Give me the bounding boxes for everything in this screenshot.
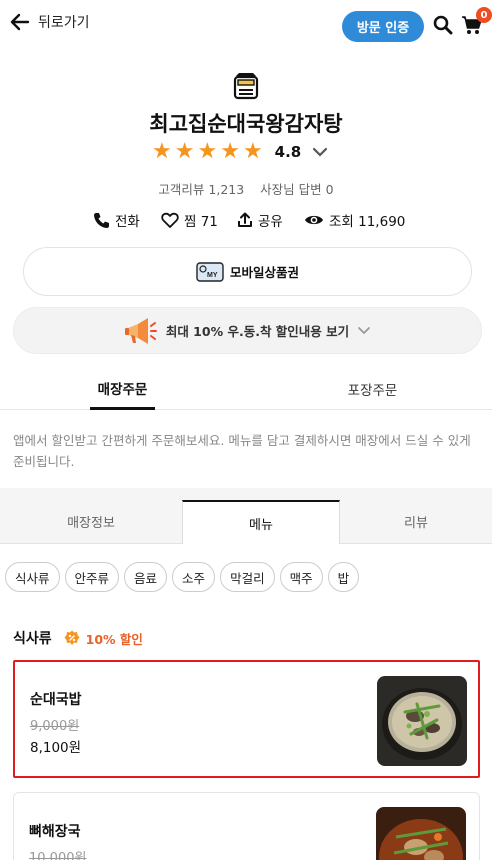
category-chip[interactable]: 맥주 — [279, 562, 323, 592]
call-label: 전화 — [115, 214, 140, 230]
store-actions: 전화 찜 71 공유 조회 11,690 — [0, 210, 492, 232]
tab-menu[interactable]: 메뉴 — [182, 500, 340, 544]
store-logo-icon — [233, 73, 259, 100]
menu-item-card[interactable]: 뼈해장국 10,000원 — [13, 792, 480, 860]
menu-item-card[interactable]: 순대국밥 9,000원 8,100원 — [13, 660, 480, 778]
voucher-icon: MY — [196, 261, 224, 282]
top-bar: 뒤로가기 방문 인증 0 — [0, 0, 492, 52]
store-info-tabs: 매장정보 메뉴 리뷰 — [0, 500, 492, 544]
megaphone-icon — [124, 317, 157, 344]
promo-label: 최대 10% 우.동.착 할인내용 보기 — [165, 324, 350, 339]
views-stat: 조회 11,690 — [304, 210, 405, 230]
eye-icon — [305, 215, 323, 225]
rating-summary[interactable]: ★ ★ ★ ★ ★ 4.8 — [152, 141, 328, 163]
menu-item-photo — [376, 807, 466, 860]
share-button[interactable]: 공유 — [237, 210, 283, 230]
section-divider — [0, 488, 492, 500]
order-type-tabs: 매장주문 포장주문 — [0, 368, 492, 410]
visit-verify-button[interactable]: 방문 인증 — [342, 11, 424, 42]
section-discount: 10% 할인 — [85, 631, 143, 647]
menu-item-photo — [377, 676, 467, 766]
menu-item-original-price: 9,000원 — [30, 719, 80, 734]
chevron-down-icon — [313, 147, 328, 157]
cart-count-badge: 0 — [476, 7, 492, 23]
discount-badge-icon — [64, 630, 80, 645]
owner-reply-count: 사장님 답변 0 — [260, 182, 334, 197]
category-chip[interactable]: 안주류 — [64, 562, 120, 592]
star-icon: ★ — [152, 139, 172, 164]
review-count: 고객리뷰 1,213 — [158, 182, 245, 197]
share-icon — [238, 212, 252, 227]
category-chip[interactable]: 음료 — [124, 562, 168, 592]
tab-store-info[interactable]: 매장정보 — [0, 500, 182, 544]
section-title: 식사류 — [13, 631, 52, 647]
share-label: 공유 — [258, 214, 283, 230]
phone-icon — [94, 212, 109, 228]
review-counts: 고객리뷰 1,213 사장님 답변 0 — [0, 179, 492, 198]
promo-discount-button[interactable]: 최대 10% 우.동.착 할인내용 보기 — [13, 307, 482, 354]
category-chips: 식사류 안주류 음료 소주 막걸리 맥주 밥 — [5, 562, 360, 592]
menu-section-header: 식사류 10% 할인 — [13, 628, 143, 648]
star-icon: ★ — [174, 139, 195, 164]
star-icon: ★ — [220, 139, 240, 164]
back-button[interactable]: 뒤로가기 — [10, 12, 90, 32]
call-button[interactable]: 전화 — [93, 210, 140, 230]
chevron-down-icon — [358, 326, 371, 334]
category-chip[interactable]: 소주 — [172, 562, 216, 592]
mobile-voucher-button[interactable]: MY 모바일상품권 — [23, 247, 472, 296]
category-chip[interactable]: 막걸리 — [220, 562, 275, 592]
menu-item-price: 8,100원 — [30, 740, 82, 756]
like-label: 찜 71 — [184, 214, 218, 230]
category-chip[interactable]: 밥 — [327, 562, 360, 592]
menu-item-name: 뼈해장국 — [29, 824, 81, 840]
menu-item-name: 순대국밥 — [30, 692, 82, 708]
menu-item-original-price: 10,000원 — [29, 851, 87, 860]
back-label: 뒤로가기 — [38, 15, 90, 31]
category-chip[interactable]: 식사류 — [5, 562, 60, 592]
arrow-left-icon — [10, 13, 30, 31]
rating-value: 4.8 — [274, 143, 302, 161]
tab-takeout[interactable]: 포장주문 — [340, 368, 405, 410]
heart-icon — [161, 212, 179, 228]
mobile-voucher-label: 모바일상품권 — [229, 265, 299, 280]
tab-reviews[interactable]: 리뷰 — [340, 500, 492, 544]
star-icon: ★ — [197, 139, 218, 164]
tab-dine-in[interactable]: 매장주문 — [90, 368, 155, 410]
search-icon[interactable] — [433, 15, 453, 35]
star-icon: ★ — [242, 139, 263, 164]
like-button[interactable]: 찜 71 — [161, 210, 218, 230]
svg-text:MY: MY — [207, 272, 218, 279]
store-name: 최고집순대국왕감자탕 — [149, 112, 343, 136]
order-notice: 앱에서 할인받고 간편하게 주문해보세요. 메뉴를 담고 결제하시면 매장에서 … — [13, 433, 471, 469]
views-label: 조회 11,690 — [329, 214, 406, 230]
